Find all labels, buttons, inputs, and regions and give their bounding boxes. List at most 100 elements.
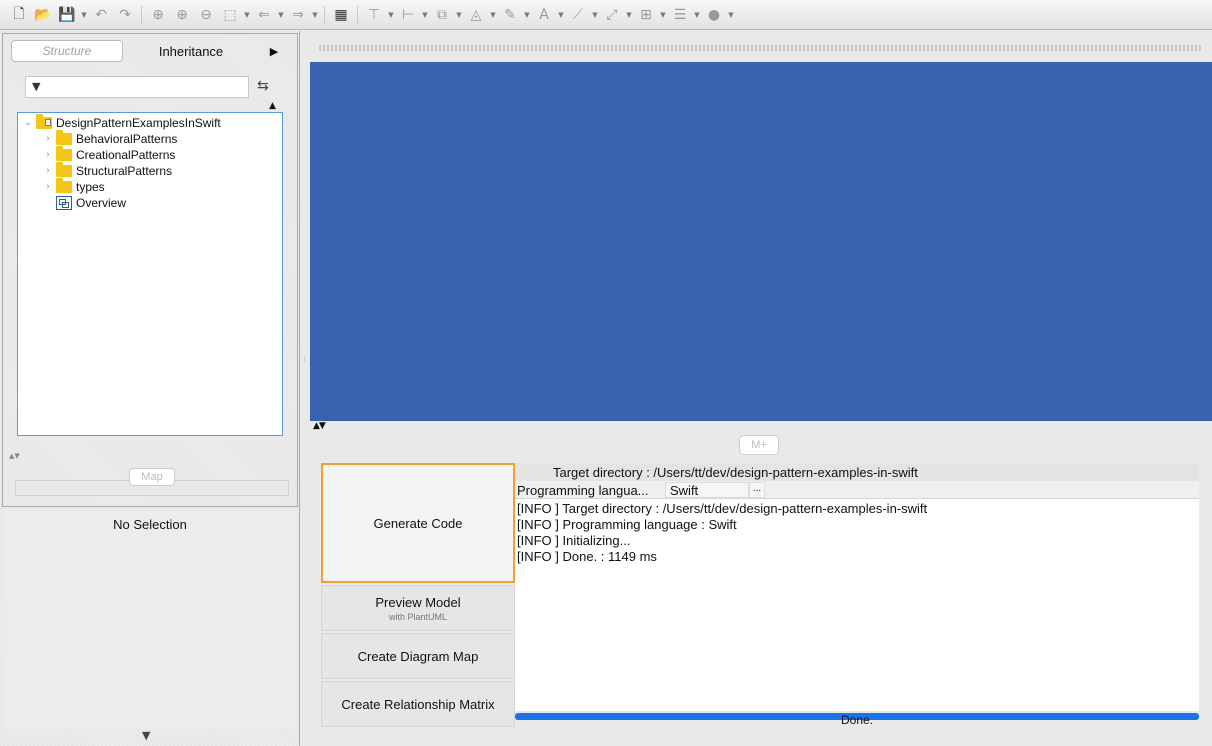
tree-scroll-up-icon[interactable]: ▲ <box>269 101 276 111</box>
splitter-arrows-icon[interactable]: ▲▼ <box>5 452 301 460</box>
expand-down-icon[interactable]: ▼ <box>142 729 150 742</box>
filter-input[interactable] <box>50 78 246 96</box>
progress-text: Done. <box>840 713 874 727</box>
font-color-chevron-down-icon[interactable]: ▼ <box>557 11 565 19</box>
back-icon[interactable]: ⇐ <box>253 4 275 26</box>
circle-chevron-down-icon[interactable]: ▼ <box>727 11 735 19</box>
new-file-icon[interactable]: 🗋 <box>8 4 30 26</box>
line-color-icon[interactable]: ✎ <box>499 4 521 26</box>
undo-icon[interactable]: ↶ <box>90 4 112 26</box>
tree-item-label: BehavioralPatterns <box>76 132 178 146</box>
save-menu-chevron-down-icon[interactable]: ▼ <box>80 11 88 19</box>
target-directory-label: Target directory : /Users/tt/dev/design-… <box>553 465 918 480</box>
line-style-icon[interactable]: ⟋ <box>567 4 589 26</box>
chevron-right-icon[interactable]: › <box>42 134 54 144</box>
folder-icon <box>56 146 72 161</box>
tab-more-arrow-icon[interactable]: ▶ <box>259 40 289 62</box>
sync-icon[interactable]: ⇆ <box>257 78 269 94</box>
programming-language-row: Programming langua... Swift ... <box>515 481 1199 499</box>
programming-language-select[interactable]: Swift <box>665 482 749 498</box>
chevron-down-icon[interactable]: ⌄ <box>22 118 34 128</box>
tree-item-types[interactable]: › types <box>42 178 105 195</box>
connector-icon[interactable]: ⤢ <box>601 4 623 26</box>
tree-item-root[interactable]: ⌄ DesignPatternExamplesInSwift <box>22 114 221 131</box>
distribute-chevron-down-icon[interactable]: ▼ <box>693 11 701 19</box>
programming-language-more-button[interactable]: ... <box>749 482 765 498</box>
align-left-icon[interactable]: ⊢ <box>397 4 419 26</box>
log-line: [INFO ] Target directory : /Users/tt/dev… <box>517 501 928 516</box>
arrange-chevron-down-icon[interactable]: ▼ <box>659 11 667 19</box>
folder-icon <box>56 130 72 145</box>
fill-chevron-down-icon[interactable]: ▼ <box>489 11 497 19</box>
folder-icon <box>56 178 72 193</box>
zoom-select-icon[interactable]: ⬚ <box>219 4 241 26</box>
log-line: [INFO ] Programming language : Swift <box>517 517 737 532</box>
generate-code-button[interactable]: Generate Code <box>321 463 515 583</box>
properties-panel: No Selection <box>2 509 298 729</box>
forward-icon[interactable]: ⇒ <box>287 4 309 26</box>
create-relationship-matrix-button[interactable]: Create Relationship Matrix <box>321 681 515 727</box>
map-button[interactable]: Map <box>129 468 175 486</box>
tree-item-behavioral-patterns[interactable]: › BehavioralPatterns <box>42 130 178 147</box>
back-menu-chevron-down-icon[interactable]: ▼ <box>277 11 285 19</box>
structure-tabs: Structure Inheritance ▶ <box>11 40 289 62</box>
filter-icon[interactable]: ▼ <box>32 80 40 93</box>
diagram-tab-strip[interactable] <box>319 45 1201 51</box>
layer-icon[interactable]: ⧉ <box>431 4 453 26</box>
fill-icon[interactable]: ◬ <box>465 4 487 26</box>
preview-model-button[interactable]: Preview Model with PlantUML <box>321 585 515 631</box>
tree-item-label: CreationalPatterns <box>76 148 176 162</box>
log-output: [INFO ] Target directory : /Users/tt/dev… <box>515 499 1199 711</box>
tree-item-structural-patterns[interactable]: › StructuralPatterns <box>42 162 173 179</box>
collapse-arrows-icon[interactable]: ▲▼ <box>313 421 326 431</box>
code-generation-panel: Generate Code Preview Model with PlantUM… <box>319 461 1209 731</box>
tree-item-label: Overview <box>76 196 127 210</box>
programming-language-label: Programming langua... <box>517 483 649 498</box>
redo-icon[interactable]: ↷ <box>114 4 136 26</box>
zoom-out-icon[interactable]: ⊖ <box>195 4 217 26</box>
m-plus-button[interactable]: M+ <box>739 435 779 455</box>
tree-item-overview[interactable]: Overview <box>42 195 126 211</box>
zoom-menu-chevron-down-icon[interactable]: ▼ <box>243 11 251 19</box>
preview-model-label: Preview Model <box>375 594 461 610</box>
tree-item-label: types <box>76 180 105 194</box>
target-directory-row: Target directory : /Users/tt/dev/design-… <box>515 463 1199 481</box>
tree-item-label: StructuralPatterns <box>76 164 173 178</box>
package-folder-icon <box>36 114 52 129</box>
open-icon[interactable]: 📂 <box>32 4 54 26</box>
distribute-icon[interactable]: ☰ <box>669 4 691 26</box>
model-tree: ⌄ DesignPatternExamplesInSwift › Behavio… <box>17 112 283 436</box>
font-color-icon[interactable]: A <box>533 4 555 26</box>
save-icon[interactable]: 💾 <box>56 4 78 26</box>
line-style-chevron-down-icon[interactable]: ▼ <box>591 11 599 19</box>
forward-menu-chevron-down-icon[interactable]: ▼ <box>311 11 319 19</box>
tab-structure[interactable]: Structure <box>11 40 123 62</box>
create-diagram-map-button[interactable]: Create Diagram Map <box>321 633 515 679</box>
create-diagram-map-label: Create Diagram Map <box>357 648 479 664</box>
toolbar-separator <box>357 5 358 24</box>
preview-model-sublabel: with PlantUML <box>388 611 448 622</box>
create-relationship-matrix-label: Create Relationship Matrix <box>341 696 495 712</box>
layer-chevron-down-icon[interactable]: ▼ <box>455 11 463 19</box>
zoom-fit-icon[interactable]: ⊕ <box>147 4 169 26</box>
align-top-icon[interactable]: ⊤ <box>363 4 385 26</box>
zoom-in-icon[interactable]: ⊕ <box>171 4 193 26</box>
arrange-icon[interactable]: ⊞ <box>635 4 657 26</box>
circle-icon[interactable]: ● <box>703 4 725 26</box>
connector-chevron-down-icon[interactable]: ▼ <box>625 11 633 19</box>
log-line: [INFO ] Initializing... <box>517 533 631 548</box>
align-top-chevron-down-icon[interactable]: ▼ <box>387 11 395 19</box>
grid-icon[interactable]: ▦ <box>330 4 352 26</box>
log-line: [INFO ] Done. : 1149 ms <box>517 549 657 564</box>
chevron-right-icon[interactable]: › <box>42 182 54 192</box>
toolbar-separator <box>324 5 325 24</box>
align-left-chevron-down-icon[interactable]: ▼ <box>421 11 429 19</box>
tree-item-label: DesignPatternExamplesInSwift <box>56 116 221 130</box>
tab-inheritance[interactable]: Inheritance <box>123 40 259 62</box>
tree-item-creational-patterns[interactable]: › CreationalPatterns <box>42 146 176 163</box>
folder-icon <box>56 162 72 177</box>
chevron-right-icon[interactable]: › <box>42 166 54 176</box>
chevron-right-icon[interactable]: › <box>42 150 54 160</box>
diagram-canvas[interactable] <box>310 62 1212 421</box>
line-color-chevron-down-icon[interactable]: ▼ <box>523 11 531 19</box>
